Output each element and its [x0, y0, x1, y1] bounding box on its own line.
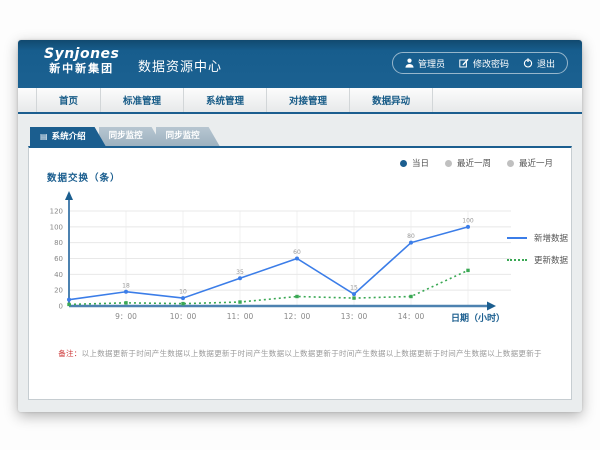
- svg-text:80: 80: [407, 233, 415, 240]
- document-icon: ▤: [40, 132, 48, 141]
- nav-item-standards[interactable]: 标准管理: [101, 88, 184, 112]
- radio-dot-icon: [445, 160, 452, 167]
- user-toolbar: 管理员 修改密码 退出: [392, 52, 568, 74]
- dotted-line-icon: [507, 259, 527, 261]
- main-nav: 首页 标准管理 系统管理 对接管理 数据异动: [18, 88, 582, 114]
- company-logo: Synjones 新中新集团: [44, 46, 119, 76]
- tab-label: 同步监控: [166, 131, 200, 141]
- app-window: Synjones 新中新集团 数据资源中心 管理员 修改密码 退出: [18, 40, 582, 412]
- radio-dot-icon: [507, 160, 514, 167]
- legend-label: 更新数据: [534, 254, 568, 266]
- svg-text:15: 15: [350, 285, 358, 292]
- logo-wordmark: Synjones: [44, 46, 119, 62]
- filter-label: 当日: [412, 157, 429, 169]
- logout-label: 退出: [537, 57, 555, 70]
- svg-text:12：00: 12：00: [284, 312, 311, 321]
- edit-icon: [459, 58, 469, 68]
- nav-item-integration[interactable]: 对接管理: [267, 88, 350, 112]
- solid-line-icon: [507, 237, 527, 239]
- user-label: 管理员: [418, 57, 445, 70]
- page-background: Synjones 新中新集团 数据资源中心 管理员 修改密码 退出: [0, 0, 600, 450]
- svg-text:100: 100: [50, 223, 63, 231]
- tab-label: 系统介绍: [52, 132, 86, 142]
- svg-text:60: 60: [293, 249, 301, 256]
- app-title: 数据资源中心: [138, 56, 222, 75]
- tab-bar: ▤ 系统介绍 同步监控 同步监控: [30, 127, 220, 146]
- footnote-text: 以上数据更新于时间产生数据以上数据更新于时间产生数据以上数据更新于时间产生数据以…: [82, 349, 542, 358]
- filter-today[interactable]: 当日: [400, 157, 429, 169]
- chart-panel: 当日 最近一周 最近一月 数据交换（条） 0 20 40 60 80 100 120 9：00…: [28, 146, 572, 400]
- radio-dot-icon: [400, 160, 407, 167]
- footnote-label: 备注：: [58, 349, 81, 358]
- legend-item-update-data[interactable]: 更新数据: [507, 254, 568, 266]
- filter-last-week[interactable]: 最近一周: [445, 157, 491, 169]
- legend-item-new-data[interactable]: 新增数据: [507, 232, 568, 244]
- svg-text:120: 120: [50, 208, 63, 216]
- tab-sync-monitor-1[interactable]: 同步监控: [99, 127, 163, 146]
- svg-text:40: 40: [54, 271, 63, 279]
- chart-legend: 新增数据 更新数据: [507, 232, 568, 266]
- logo-company-name: 新中新集团: [44, 62, 119, 76]
- user-icon: [405, 58, 414, 68]
- change-password-label: 修改密码: [473, 57, 509, 70]
- svg-text:10：00: 10：00: [170, 312, 197, 321]
- svg-text:9：00: 9：00: [115, 312, 137, 321]
- filter-last-month[interactable]: 最近一月: [507, 157, 553, 169]
- svg-text:35: 35: [236, 269, 244, 276]
- svg-text:20: 20: [54, 287, 63, 295]
- svg-text:日期（小时）: 日期（小时）: [451, 312, 505, 324]
- svg-text:18: 18: [122, 282, 130, 289]
- svg-text:0: 0: [59, 303, 63, 311]
- svg-text:11：00: 11：00: [227, 312, 254, 321]
- range-filter-group: 当日 最近一周 最近一月: [400, 157, 553, 169]
- tab-label: 同步监控: [109, 131, 143, 141]
- svg-text:10: 10: [179, 289, 187, 296]
- nav-item-home[interactable]: 首页: [36, 88, 101, 112]
- svg-text:13：00: 13：00: [341, 312, 368, 321]
- power-icon: [523, 58, 533, 68]
- chart-container: 0 20 40 60 80 100 120 9：00 10：00 11：00 12：00 13：00 1…: [43, 184, 523, 338]
- change-password-button[interactable]: 修改密码: [459, 57, 509, 70]
- nav-item-data-change[interactable]: 数据异动: [350, 88, 433, 112]
- svg-text:80: 80: [54, 239, 63, 247]
- user-menu[interactable]: 管理员: [405, 57, 445, 70]
- svg-text:14：00: 14：00: [398, 312, 425, 321]
- logout-button[interactable]: 退出: [523, 57, 555, 70]
- filter-label: 最近一月: [519, 157, 553, 169]
- app-header: Synjones 新中新集团 数据资源中心 管理员 修改密码 退出: [18, 40, 582, 88]
- content-area: ▤ 系统介绍 同步监控 同步监控 当日 最近一周: [18, 116, 582, 412]
- tab-sync-monitor-2[interactable]: 同步监控: [156, 127, 220, 146]
- svg-text:60: 60: [54, 255, 63, 263]
- y-axis-title: 数据交换（条）: [47, 170, 121, 184]
- filter-label: 最近一周: [457, 157, 491, 169]
- exchange-line-chart: 0 20 40 60 80 100 120 9：00 10：00 11：00 12：00 13：00 1…: [43, 184, 523, 334]
- svg-text:100: 100: [462, 217, 474, 224]
- footnote: 备注：以上数据更新于时间产生数据以上数据更新于时间产生数据以上数据更新于时间产生…: [29, 348, 571, 359]
- legend-label: 新增数据: [534, 232, 568, 244]
- nav-item-system[interactable]: 系统管理: [184, 88, 267, 112]
- tab-system-intro[interactable]: ▤ 系统介绍: [30, 127, 106, 146]
